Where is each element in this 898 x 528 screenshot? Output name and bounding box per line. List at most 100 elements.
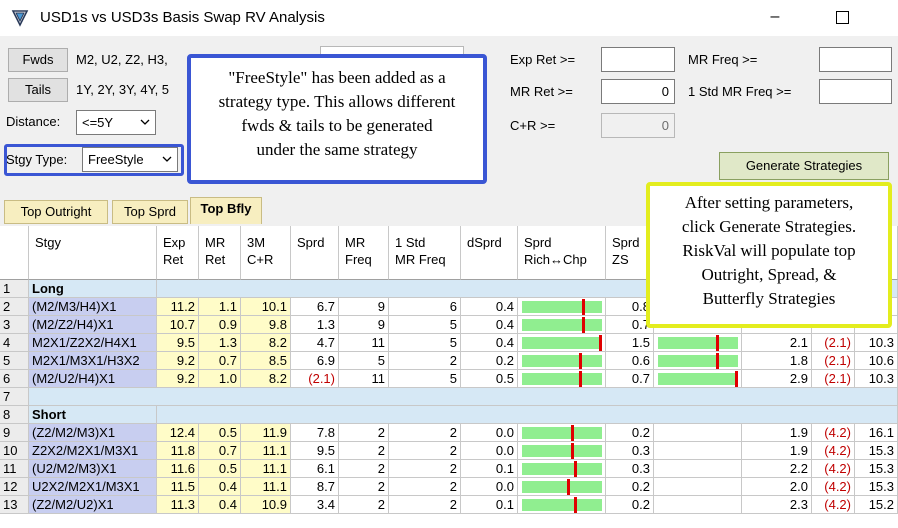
negative-value-cell[interactable]: (2.1): [812, 334, 855, 352]
negative-value-cell[interactable]: (2.1): [812, 352, 855, 370]
std-mr-freq-cell[interactable]: 2: [389, 496, 461, 514]
table-row[interactable]: 4 M2X1/Z2X2/H4X1 9.5 1.3 8.2 4.7 11 5 0.4 1.5 2.1(…: [0, 334, 898, 352]
sprd-zs-cell[interactable]: 0.2: [606, 424, 654, 442]
sprd-cell[interactable]: 9.5: [291, 442, 339, 460]
rich-chp-cell[interactable]: [518, 316, 606, 334]
negative-value-cell[interactable]: (4.2): [812, 424, 855, 442]
distance-select[interactable]: <=5Y: [76, 110, 156, 135]
table-row[interactable]: 9 (Z2/M2/M3)X1 12.4 0.5 11.9 7.8 2 2 0.0 0.2 1.9 (4…: [0, 424, 898, 442]
mr-ret-cell[interactable]: 1.1: [199, 298, 241, 316]
cr-input[interactable]: 0: [601, 113, 675, 138]
mr-ret-cell[interactable]: 0.5: [199, 460, 241, 478]
sprd-cell[interactable]: 6.9: [291, 352, 339, 370]
sprd-cell[interactable]: 6.1: [291, 460, 339, 478]
col-header-mr-freq[interactable]: MR Freq: [339, 226, 389, 280]
stgy-cell[interactable]: (M2/Z2/H4)X1: [29, 316, 157, 334]
maximize-button[interactable]: [828, 6, 858, 30]
generate-strategies-button[interactable]: Generate Strategies: [719, 152, 889, 180]
table-row[interactable]: 8 Short: [0, 406, 898, 424]
minimize-button[interactable]: –: [760, 6, 790, 30]
rich-chp-cell[interactable]: [518, 424, 606, 442]
col-header-sprd[interactable]: Sprd: [291, 226, 339, 280]
rich-chp-2-cell[interactable]: [654, 496, 742, 514]
mr-ret-cell[interactable]: 0.7: [199, 352, 241, 370]
last-value-cell[interactable]: 10.3: [855, 334, 898, 352]
std-mr-freq-cell[interactable]: 2: [389, 478, 461, 496]
std-mr-freq-cell[interactable]: 5: [389, 334, 461, 352]
last-value-cell[interactable]: 10.6: [855, 352, 898, 370]
sprd-zs-cell[interactable]: 0.3: [606, 442, 654, 460]
col-header-exp-ret[interactable]: Exp Ret: [157, 226, 199, 280]
std-mr-freq-cell[interactable]: 5: [389, 316, 461, 334]
mr-freq-cell[interactable]: 9: [339, 316, 389, 334]
col-header-stgy[interactable]: Stgy: [29, 226, 157, 280]
rich-chp-2-cell[interactable]: [654, 442, 742, 460]
negative-value-cell[interactable]: (4.2): [812, 496, 855, 514]
mr-freq-cell[interactable]: 9: [339, 298, 389, 316]
rich-chp-2-cell[interactable]: [654, 334, 742, 352]
last-value-cell[interactable]: 16.1: [855, 424, 898, 442]
sprd-cell[interactable]: 7.8: [291, 424, 339, 442]
extra-value-cell[interactable]: 1.9: [742, 442, 812, 460]
rich-chp-cell[interactable]: [518, 298, 606, 316]
dsprd-cell[interactable]: 0.0: [461, 424, 518, 442]
cr-cell[interactable]: 11.1: [241, 460, 291, 478]
sprd-cell[interactable]: 4.7: [291, 334, 339, 352]
std-mr-freq-cell[interactable]: 2: [389, 424, 461, 442]
rich-chp-2-cell[interactable]: [654, 352, 742, 370]
sprd-zs-cell[interactable]: 0.6: [606, 352, 654, 370]
tails-button[interactable]: Tails: [8, 78, 68, 102]
stgy-cell[interactable]: Z2X2/M2X1/M3X1: [29, 442, 157, 460]
sprd-cell[interactable]: 8.7: [291, 478, 339, 496]
extra-value-cell[interactable]: 2.0: [742, 478, 812, 496]
exp-ret-cell[interactable]: 11.8: [157, 442, 199, 460]
sprd-cell[interactable]: (2.1): [291, 370, 339, 388]
mr-ret-cell[interactable]: 1.0: [199, 370, 241, 388]
std-mr-freq-cell[interactable]: 2: [389, 460, 461, 478]
mr-freq-cell[interactable]: 11: [339, 334, 389, 352]
rich-chp-cell[interactable]: [518, 460, 606, 478]
tab-top-bfly[interactable]: Top Bfly: [190, 197, 262, 224]
stgy-cell[interactable]: M2X1/Z2X2/H4X1: [29, 334, 157, 352]
stgy-cell[interactable]: (M2/M3/H4)X1: [29, 298, 157, 316]
mr-freq-input[interactable]: [819, 47, 892, 72]
dsprd-cell[interactable]: 0.4: [461, 316, 518, 334]
table-row[interactable]: 7: [0, 388, 898, 406]
mr-ret-cell[interactable]: 1.3: [199, 334, 241, 352]
cr-cell[interactable]: 9.8: [241, 316, 291, 334]
rich-chp-2-cell[interactable]: [654, 478, 742, 496]
sprd-zs-cell[interactable]: 0.3: [606, 460, 654, 478]
table-row[interactable]: 12 U2X2/M2X1/M3X1 11.5 0.4 11.1 8.7 2 2 0.0 0.2 2.…: [0, 478, 898, 496]
stgy-cell[interactable]: U2X2/M2X1/M3X1: [29, 478, 157, 496]
dsprd-cell[interactable]: 0.2: [461, 352, 518, 370]
extra-value-cell[interactable]: 2.3: [742, 496, 812, 514]
cr-cell[interactable]: 11.9: [241, 424, 291, 442]
table-row[interactable]: 10 Z2X2/M2X1/M3X1 11.8 0.7 11.1 9.5 2 2 0.0 0.3 1.…: [0, 442, 898, 460]
sprd-zs-cell[interactable]: 0.2: [606, 496, 654, 514]
std-mr-freq-cell[interactable]: 5: [389, 370, 461, 388]
rich-chp-2-cell[interactable]: [654, 370, 742, 388]
table-row[interactable]: 11 (U2/M2/M3)X1 11.6 0.5 11.1 6.1 2 2 0.1 0.3 2.2(…: [0, 460, 898, 478]
mr-ret-cell[interactable]: 0.5: [199, 424, 241, 442]
exp-ret-cell[interactable]: 10.7: [157, 316, 199, 334]
mr-ret-cell[interactable]: 0.9: [199, 316, 241, 334]
std-mr-freq-cell[interactable]: 2: [389, 352, 461, 370]
dsprd-cell[interactable]: 0.4: [461, 298, 518, 316]
mr-freq-cell[interactable]: 2: [339, 424, 389, 442]
negative-value-cell[interactable]: (4.2): [812, 460, 855, 478]
cr-cell[interactable]: 10.1: [241, 298, 291, 316]
exp-ret-cell[interactable]: 11.2: [157, 298, 199, 316]
sprd-cell[interactable]: 6.7: [291, 298, 339, 316]
last-value-cell[interactable]: 15.2: [855, 496, 898, 514]
mr-freq-cell[interactable]: 2: [339, 442, 389, 460]
cr-cell[interactable]: 11.1: [241, 442, 291, 460]
dsprd-cell[interactable]: 0.0: [461, 442, 518, 460]
std-mr-freq-cell[interactable]: 2: [389, 442, 461, 460]
dsprd-cell[interactable]: 0.5: [461, 370, 518, 388]
rich-chp-2-cell[interactable]: [654, 460, 742, 478]
rich-chp-cell[interactable]: [518, 496, 606, 514]
rich-chp-cell[interactable]: [518, 334, 606, 352]
cr-cell[interactable]: 8.5: [241, 352, 291, 370]
exp-ret-cell[interactable]: 9.2: [157, 370, 199, 388]
cr-cell[interactable]: 11.1: [241, 478, 291, 496]
